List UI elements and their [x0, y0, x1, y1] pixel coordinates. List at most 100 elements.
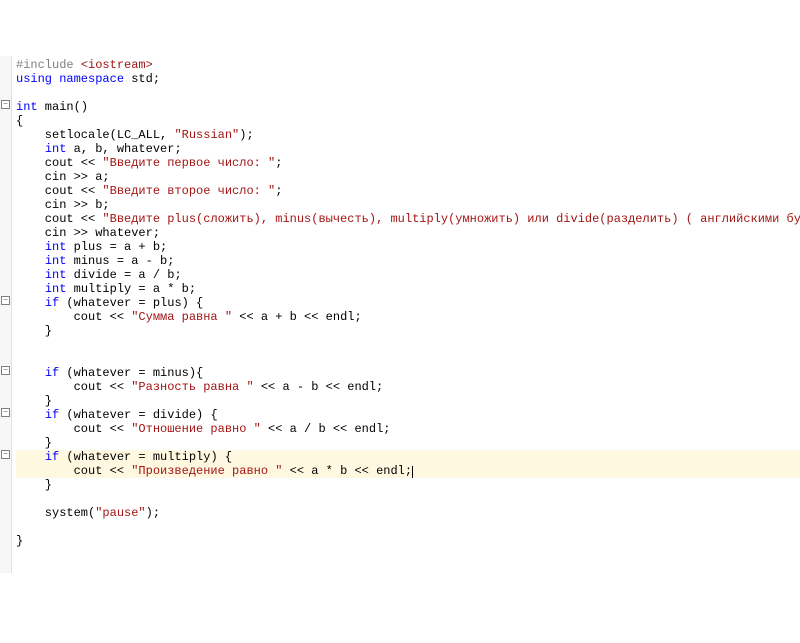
- token-id: (whatever = multiply) {: [59, 450, 232, 464]
- token-kw: if: [45, 296, 59, 310]
- code-line[interactable]: {: [16, 114, 800, 128]
- token-id: [16, 142, 45, 156]
- token-id: cin >> a;: [16, 170, 110, 184]
- code-area[interactable]: #include <iostream>using namespace std; i…: [12, 56, 800, 573]
- token-id: [16, 408, 45, 422]
- token-kw: int: [45, 240, 67, 254]
- token-inc: <iostream>: [81, 58, 153, 72]
- token-id: minus = a - b;: [66, 254, 174, 268]
- token-id: );: [146, 506, 160, 520]
- code-line[interactable]: [16, 352, 800, 366]
- token-id: (whatever = plus) {: [59, 296, 203, 310]
- token-id: std;: [124, 72, 160, 86]
- code-line[interactable]: system("pause");: [16, 506, 800, 520]
- code-line[interactable]: }: [16, 324, 800, 338]
- code-line[interactable]: cout << "Введите второе число: ";: [16, 184, 800, 198]
- token-str: "Разность равна ": [131, 380, 253, 394]
- code-line[interactable]: cout << "Отношение равно " << a / b << e…: [16, 422, 800, 436]
- token-id: << a - b << endl;: [254, 380, 384, 394]
- token-id: cin >> b;: [16, 198, 110, 212]
- token-id: main(): [38, 100, 88, 114]
- token-kw: if: [45, 366, 59, 380]
- token-id: ;: [275, 184, 282, 198]
- fold-toggle-icon[interactable]: −: [1, 366, 10, 375]
- token-str: "Введите второе число: ": [102, 184, 275, 198]
- token-id: [16, 282, 45, 296]
- token-kw: int: [45, 254, 67, 268]
- code-line[interactable]: if (whatever = multiply) {: [16, 450, 800, 464]
- token-str: "Произведение равно ": [131, 464, 282, 478]
- token-id: [16, 296, 45, 310]
- code-line[interactable]: [16, 338, 800, 352]
- code-line[interactable]: if (whatever = plus) {: [16, 296, 800, 310]
- token-id: [16, 268, 45, 282]
- token-id: [16, 366, 45, 380]
- token-pp: #include: [16, 58, 81, 72]
- token-id: cout <<: [16, 212, 102, 226]
- token-str: "pause": [95, 506, 145, 520]
- text-caret: [412, 466, 413, 478]
- token-str: "Введите plus(сложить), minus(вычесть), …: [102, 212, 800, 226]
- code-line[interactable]: if (whatever = divide) {: [16, 408, 800, 422]
- code-line[interactable]: #include <iostream>: [16, 58, 800, 72]
- token-id: }: [16, 436, 52, 450]
- code-line[interactable]: if (whatever = minus){: [16, 366, 800, 380]
- token-id: cout <<: [16, 464, 131, 478]
- code-line[interactable]: cin >> a;: [16, 170, 800, 184]
- token-kw: int: [45, 282, 67, 296]
- code-line[interactable]: cin >> b;: [16, 198, 800, 212]
- token-id: }: [16, 478, 52, 492]
- token-id: << a + b << endl;: [232, 310, 362, 324]
- token-kw: int: [16, 100, 38, 114]
- code-line[interactable]: int multiply = a * b;: [16, 282, 800, 296]
- fold-toggle-icon[interactable]: −: [1, 450, 10, 459]
- fold-gutter: − − − − −: [0, 56, 12, 573]
- fold-toggle-icon[interactable]: −: [1, 296, 10, 305]
- token-id: );: [239, 128, 253, 142]
- token-id: cout <<: [16, 156, 102, 170]
- token-id: setlocale(LC_ALL,: [16, 128, 174, 142]
- code-line[interactable]: setlocale(LC_ALL, "Russian");: [16, 128, 800, 142]
- token-str: "Сумма равна ": [131, 310, 232, 324]
- code-line[interactable]: }: [16, 436, 800, 450]
- token-id: }: [16, 394, 52, 408]
- fold-toggle-icon[interactable]: −: [1, 408, 10, 417]
- code-line[interactable]: int plus = a + b;: [16, 240, 800, 254]
- code-line[interactable]: }: [16, 478, 800, 492]
- code-line[interactable]: }: [16, 534, 800, 548]
- token-id: {: [16, 114, 23, 128]
- code-line[interactable]: cout << "Введите plus(сложить), minus(вы…: [16, 212, 800, 226]
- code-line[interactable]: int minus = a - b;: [16, 254, 800, 268]
- token-id: cout <<: [16, 310, 131, 324]
- token-kw: using namespace: [16, 72, 124, 86]
- token-id: divide = a / b;: [66, 268, 181, 282]
- code-line[interactable]: [16, 520, 800, 534]
- code-line[interactable]: cout << "Введите первое число: ";: [16, 156, 800, 170]
- token-id: cout <<: [16, 422, 131, 436]
- code-line[interactable]: int a, b, whatever;: [16, 142, 800, 156]
- token-id: << a / b << endl;: [261, 422, 391, 436]
- fold-toggle-icon[interactable]: −: [1, 100, 10, 109]
- code-line[interactable]: using namespace std;: [16, 72, 800, 86]
- code-line[interactable]: cin >> whatever;: [16, 226, 800, 240]
- token-kw: int: [45, 142, 67, 156]
- code-editor: − − − − − #include <iostream>using namespace…: [0, 56, 800, 573]
- code-line[interactable]: [16, 86, 800, 100]
- code-line[interactable]: [16, 492, 800, 506]
- code-line[interactable]: cout << "Произведение равно " << a * b <…: [16, 464, 800, 478]
- token-id: [16, 254, 45, 268]
- code-line[interactable]: int main(): [16, 100, 800, 114]
- code-line[interactable]: }: [16, 394, 800, 408]
- token-id: << a * b << endl;: [282, 464, 412, 478]
- token-id: }: [16, 534, 23, 548]
- token-id: ;: [275, 156, 282, 170]
- code-line[interactable]: int divide = a / b;: [16, 268, 800, 282]
- token-id: [16, 240, 45, 254]
- token-kw: int: [45, 268, 67, 282]
- token-id: }: [16, 324, 52, 338]
- code-line[interactable]: cout << "Разность равна " << a - b << en…: [16, 380, 800, 394]
- token-id: system(: [16, 506, 95, 520]
- code-line[interactable]: cout << "Сумма равна " << a + b << endl;: [16, 310, 800, 324]
- token-id: (whatever = divide) {: [59, 408, 217, 422]
- token-id: [16, 450, 45, 464]
